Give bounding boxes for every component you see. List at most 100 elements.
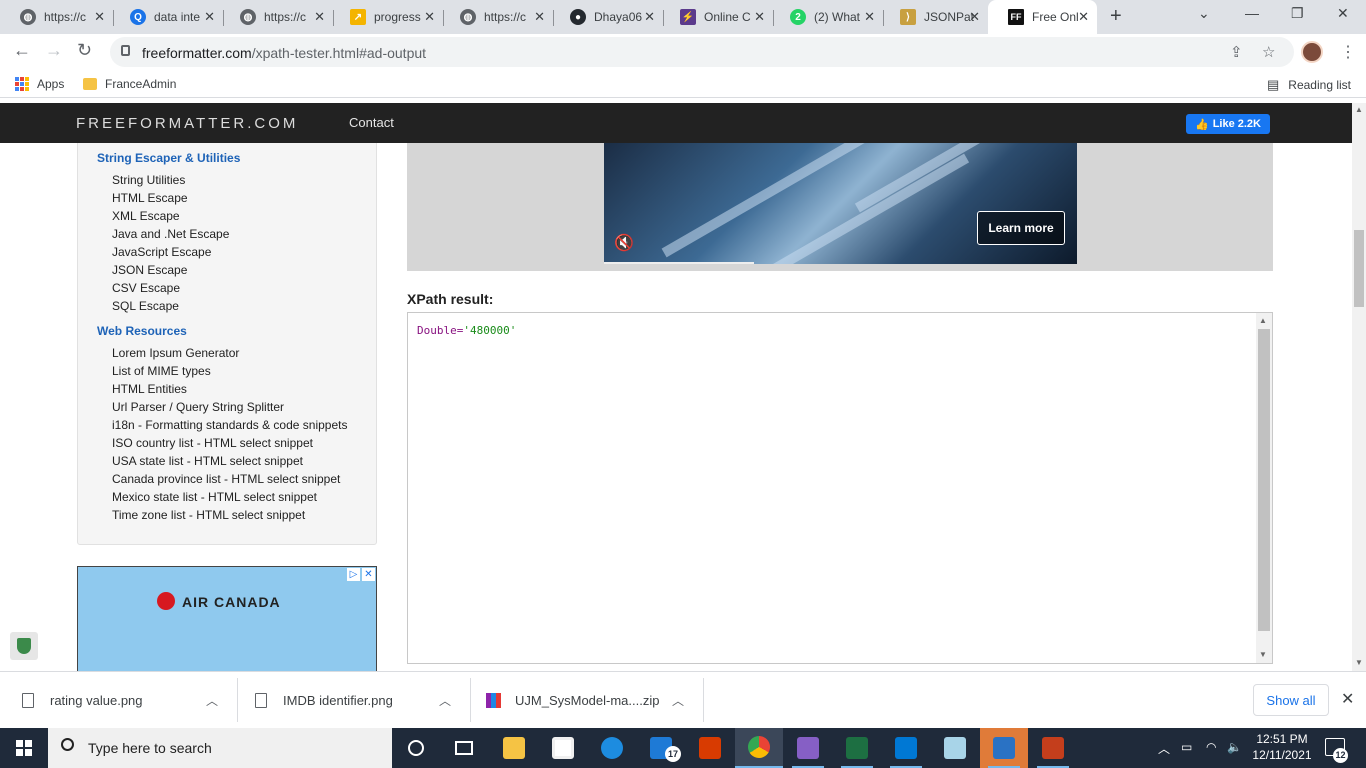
sidebar-link[interactable]: HTML Entities <box>112 382 187 396</box>
site-brand[interactable]: FREEFORMATTER.COM <box>76 115 298 132</box>
mute-icon[interactable]: 🔇 <box>614 233 634 253</box>
new-tab-button[interactable]: + <box>1110 5 1122 28</box>
chrome-icon[interactable] <box>735 728 783 768</box>
close-window-icon[interactable]: ✕ <box>1337 5 1349 22</box>
sidebar-section-title[interactable]: Web Resources <box>97 324 187 338</box>
sidebar-link[interactable]: USA state list - HTML select snippet <box>112 454 303 468</box>
sidebar-link[interactable]: Lorem Ipsum Generator <box>112 346 239 360</box>
sidebar-link[interactable]: Mexico state list - HTML select snippet <box>112 490 317 504</box>
mail-icon[interactable]: 17 <box>637 728 685 768</box>
sidebar-link[interactable]: CSV Escape <box>112 281 180 295</box>
restore-icon[interactable]: ❐ <box>1291 5 1304 22</box>
sidebar-link[interactable]: i18n - Formatting standards & code snipp… <box>112 418 347 432</box>
close-shelf-icon[interactable]: ✕ <box>1341 689 1354 709</box>
learn-more-button[interactable]: Learn more <box>977 211 1065 245</box>
sidebar-link[interactable]: JSON Escape <box>112 263 187 277</box>
nav-contact[interactable]: Contact <box>349 115 394 130</box>
scrollbar-thumb[interactable] <box>1258 329 1270 631</box>
battery-icon[interactable]: ▭ <box>1181 740 1192 754</box>
close-tab-icon[interactable]: ✕ <box>94 9 105 25</box>
powerpoint-icon[interactable] <box>1029 728 1077 768</box>
close-tab-icon[interactable]: ✕ <box>864 9 875 25</box>
air-canada-ad[interactable]: ▷ ✕ AIR CANADA <box>77 566 377 671</box>
browser-tab[interactable]: ◍ https://c ✕ <box>440 0 553 34</box>
sidebar-link[interactable]: Url Parser / Query String Splitter <box>112 400 284 414</box>
back-icon[interactable]: ← <box>13 40 31 61</box>
browser-tab[interactable]: Qdata inte ✕ <box>110 0 223 34</box>
notes-app-icon[interactable] <box>931 728 979 768</box>
sidebar-link[interactable]: String Utilities <box>112 173 185 187</box>
download-item[interactable]: IMDB identifier.png ︿ <box>255 672 469 729</box>
url-text[interactable]: freeformatter.com/xpath-tester.html#ad-o… <box>142 45 426 61</box>
scroll-down-arrow-icon[interactable]: ▼ <box>1259 650 1267 659</box>
reading-list-button[interactable]: ▤ Reading list <box>1267 77 1351 93</box>
menu-kebab-icon[interactable]: ⋮ <box>1340 42 1356 62</box>
windows-start-icon[interactable] <box>16 740 32 756</box>
excel-icon[interactable] <box>833 728 881 768</box>
taskbar-search-box[interactable]: Type here to search <box>48 728 392 768</box>
close-tab-icon[interactable]: ✕ <box>424 9 435 25</box>
sidebar-link[interactable]: JavaScript Escape <box>112 245 211 259</box>
browser-tab[interactable]: ◍ https://c ✕ <box>220 0 333 34</box>
minimize-icon[interactable]: — <box>1245 5 1259 21</box>
browser-tab-active[interactable]: FF Free Onl ✕ <box>988 0 1097 34</box>
facebook-like-button[interactable]: 👍 Like 2.2K <box>1186 114 1270 134</box>
browser-tab[interactable]: ◍ https://c ✕ <box>0 0 113 34</box>
system-clock[interactable]: 12:51 PM 12/11/2021 <box>1250 731 1314 763</box>
bookmark-folder[interactable]: FranceAdmin <box>83 77 176 91</box>
volume-muted-icon[interactable]: 🔈 <box>1227 740 1242 754</box>
close-tab-icon[interactable]: ✕ <box>204 9 215 25</box>
sidebar-section-title[interactable]: String Escaper & Utilities <box>97 151 240 165</box>
photos-icon[interactable] <box>980 728 1028 768</box>
sidebar-link[interactable]: List of MIME types <box>112 364 211 378</box>
share-icon[interactable]: ⇪ <box>1230 43 1243 61</box>
video-ad-banner[interactable]: 🔇 Learn more <box>604 143 1077 264</box>
sidebar-link[interactable]: Java and .Net Escape <box>112 227 229 241</box>
scroll-up-arrow-icon[interactable]: ▲ <box>1355 105 1363 114</box>
task-view-icon[interactable] <box>440 728 488 768</box>
shield-extension-icon[interactable] <box>10 632 38 660</box>
vscode-icon[interactable] <box>882 728 930 768</box>
ad-close-icon[interactable]: ✕ <box>362 568 375 581</box>
close-tab-icon[interactable]: ✕ <box>969 9 980 25</box>
bookmark-apps[interactable]: Apps <box>15 77 64 91</box>
sidebar-link[interactable]: Time zone list - HTML select snippet <box>112 508 305 522</box>
show-all-downloads-button[interactable]: Show all <box>1253 684 1329 716</box>
reload-icon[interactable]: ↻ <box>77 40 92 61</box>
bookmark-star-icon[interactable]: ☆ <box>1262 43 1275 61</box>
scroll-up-arrow-icon[interactable]: ▲ <box>1259 316 1267 325</box>
sidebar-link[interactable]: SQL Escape <box>112 299 179 313</box>
wifi-icon[interactable]: ◠ <box>1206 740 1216 754</box>
address-bar[interactable]: freeformatter.com/xpath-tester.html#ad-o… <box>110 37 1294 67</box>
chevron-up-icon[interactable]: ︿ <box>206 692 218 709</box>
chevron-up-icon[interactable]: ︿ <box>439 692 451 709</box>
close-tab-icon[interactable]: ✕ <box>1078 9 1089 25</box>
forward-icon[interactable]: → <box>45 40 63 61</box>
ad-choices[interactable]: ▷ ✕ <box>347 568 375 581</box>
sidebar-link[interactable]: Canada province list - HTML select snipp… <box>112 472 340 486</box>
edge-icon[interactable] <box>588 728 636 768</box>
cortana-icon[interactable] <box>392 728 440 768</box>
sidebar-link[interactable]: XML Escape <box>112 209 180 223</box>
file-explorer-icon[interactable] <box>490 728 538 768</box>
page-scrollbar-thumb[interactable] <box>1354 230 1364 307</box>
browser-tab[interactable]: ● Dhaya06 ✕ <box>550 0 663 34</box>
close-tab-icon[interactable]: ✕ <box>754 9 765 25</box>
ad-info-icon[interactable]: ▷ <box>347 568 360 581</box>
browser-tab[interactable]: 2 (2) What ✕ <box>770 0 883 34</box>
browser-tab[interactable]: ↗ progress ✕ <box>330 0 443 34</box>
result-scrollbar[interactable]: ▲ ▼ <box>1256 313 1272 663</box>
sidebar-link[interactable]: HTML Escape <box>112 191 188 205</box>
profile-avatar[interactable] <box>1301 41 1323 63</box>
xpath-result-output[interactable]: Double='480000' ▲ ▼ <box>407 312 1273 664</box>
show-hidden-icons-chevron[interactable]: ︿ <box>1158 740 1170 757</box>
download-item[interactable]: rating value.png ︿ <box>22 672 236 729</box>
page-scrollbar[interactable]: ▲ ▼ <box>1352 103 1366 671</box>
chevron-up-icon[interactable]: ︿ <box>672 692 684 709</box>
close-tab-icon[interactable]: ✕ <box>314 9 325 25</box>
browser-tab[interactable]: ⟩ JSONPat ✕ <box>880 0 988 34</box>
store-icon[interactable] <box>539 728 587 768</box>
scroll-down-arrow-icon[interactable]: ▼ <box>1355 658 1363 667</box>
browser-tab[interactable]: ⚡ Online C ✕ <box>660 0 773 34</box>
close-tab-icon[interactable]: ✕ <box>534 9 545 25</box>
